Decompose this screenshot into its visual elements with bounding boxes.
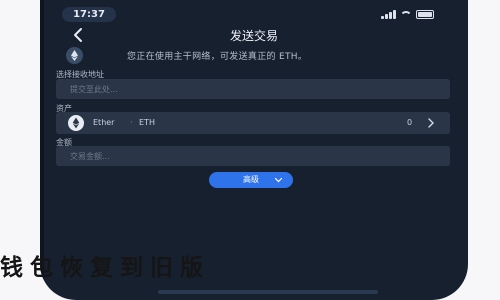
asset-name: Ether xyxy=(93,118,115,127)
network-notice: 您正在使用主干网络，可发送真正的 ETH。 xyxy=(54,46,454,64)
overlay-caption: 钱包恢复到旧版 xyxy=(0,254,210,278)
amount-placeholder: 交易金额... xyxy=(70,152,110,161)
address-field[interactable]: 提交至此处... xyxy=(56,79,450,99)
asset-selector[interactable]: Ether · ETH 0 xyxy=(56,112,450,134)
chevron-right-icon xyxy=(428,118,434,128)
address-placeholder: 提交至此处... xyxy=(70,85,118,94)
ethereum-coin-icon xyxy=(68,115,84,131)
home-indicator xyxy=(158,290,378,294)
asset-balance: 0 xyxy=(407,118,413,127)
nav-bar: 发送交易 xyxy=(40,24,468,48)
amount-field[interactable]: 交易金额... xyxy=(56,146,450,166)
asset-separator: · xyxy=(130,118,133,127)
battery-icon xyxy=(416,10,434,19)
status-time: 17:37 xyxy=(62,7,116,22)
advanced-button[interactable]: 高级 xyxy=(209,172,293,188)
wifi-icon xyxy=(400,11,412,19)
status-icons xyxy=(381,10,434,19)
status-bar: 17:37 xyxy=(40,0,468,24)
advanced-button-label: 高级 xyxy=(243,175,259,184)
signal-icon xyxy=(381,10,396,19)
ethereum-icon xyxy=(66,47,83,64)
chevron-down-icon xyxy=(274,177,283,183)
asset-symbol: ETH xyxy=(139,118,155,127)
notice-text: 您正在使用主干网络，可发送真正的 ETH。 xyxy=(127,52,308,62)
page-title: 发送交易 xyxy=(229,29,278,43)
